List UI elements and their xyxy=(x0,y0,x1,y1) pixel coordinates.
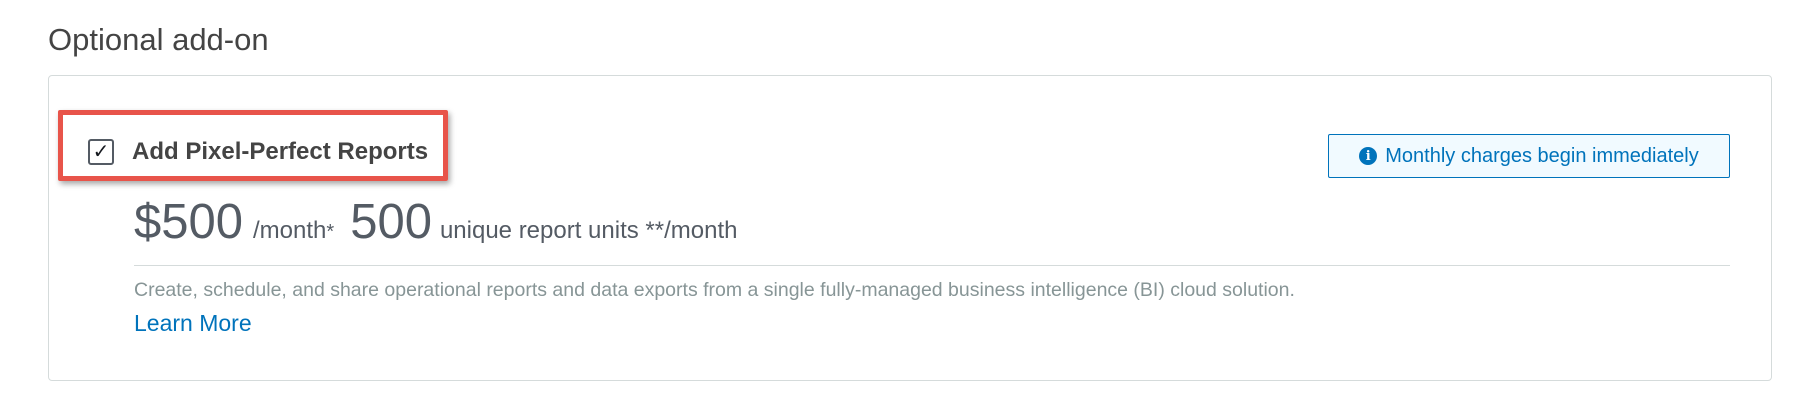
addon-label[interactable]: Add Pixel-Perfect Reports xyxy=(132,138,428,166)
price-value: $500 xyxy=(134,195,244,249)
addon-checkbox-row[interactable]: ✓ Add Pixel-Perfect Reports xyxy=(88,138,428,166)
units-value: 500 xyxy=(350,195,432,249)
divider xyxy=(134,265,1730,266)
addon-description: Create, schedule, and share operational … xyxy=(134,279,1295,301)
section-title: Optional add-on xyxy=(48,22,269,57)
monthly-charges-notice: i Monthly charges begin immediately xyxy=(1328,134,1730,178)
page: Optional add-on ✓ Add Pixel-Perfect Repo… xyxy=(0,0,1796,414)
units-label: unique report units **/month xyxy=(439,217,738,244)
pricing-row: $500 /month * 500 unique report units **… xyxy=(134,192,737,252)
notice-text: Monthly charges begin immediately xyxy=(1385,144,1699,167)
price-footnote: * xyxy=(326,221,335,243)
learn-more-link[interactable]: Learn More xyxy=(134,308,252,338)
price-unit: /month xyxy=(253,217,327,244)
info-icon: i xyxy=(1359,147,1378,165)
addon-checkbox[interactable]: ✓ xyxy=(88,139,114,165)
checkmark-icon: ✓ xyxy=(92,141,110,163)
